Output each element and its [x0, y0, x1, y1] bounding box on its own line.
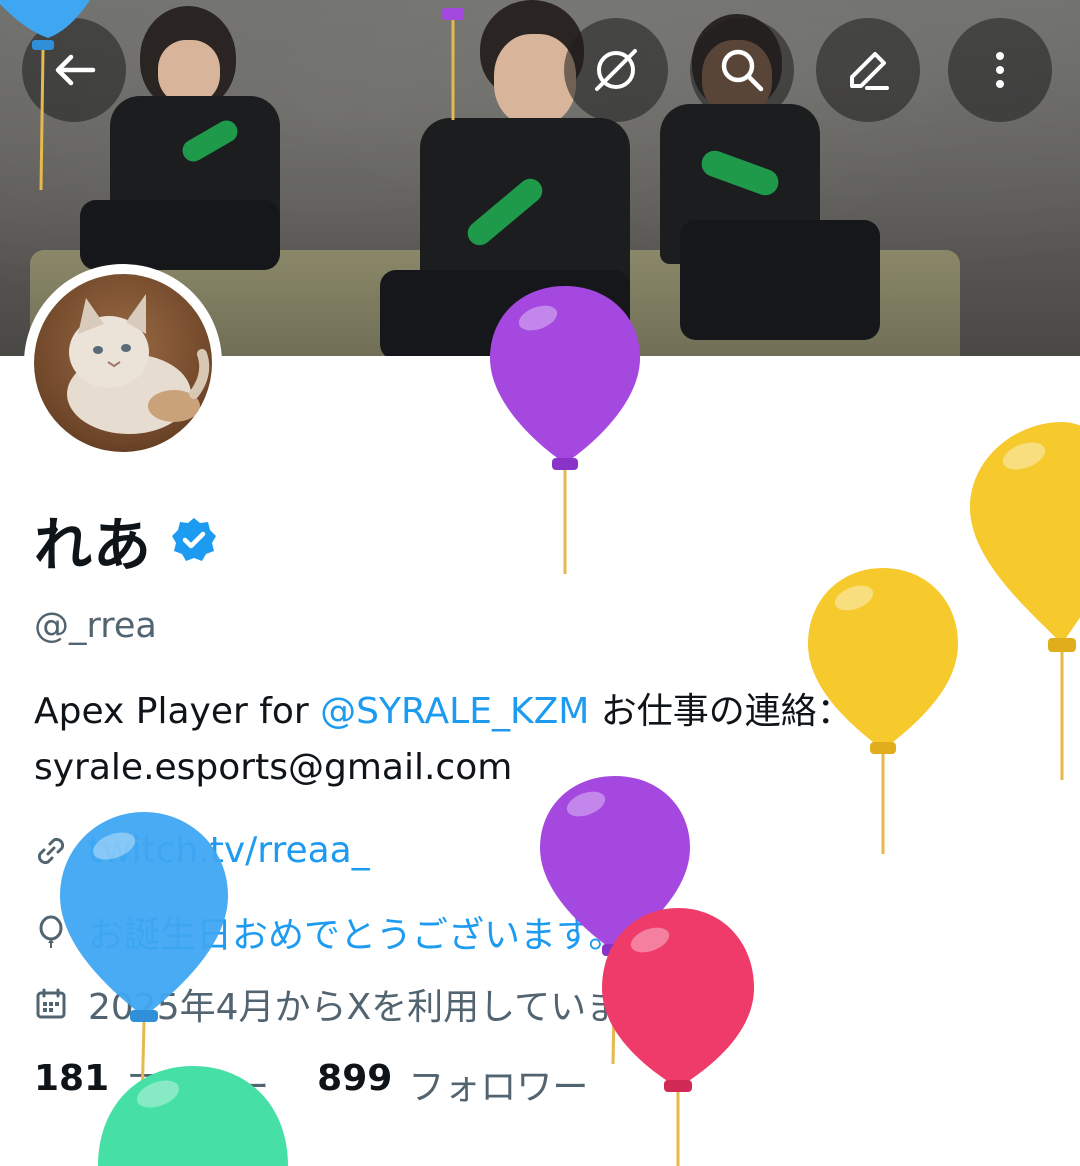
balloon-yellow-mid-icon — [808, 568, 958, 854]
followers-count[interactable]: 899 — [317, 1058, 392, 1110]
search-button[interactable] — [690, 18, 794, 122]
bio-mention-link[interactable]: @SYRALE_KZM — [320, 691, 589, 732]
bio-text: Apex Player for — [34, 691, 321, 732]
verified-badge-icon[interactable] — [170, 516, 218, 564]
more-icon — [996, 52, 1004, 88]
display-name: れあ — [34, 511, 153, 579]
user-handle: @_rrea — [34, 606, 157, 646]
balloon-blue-left-icon — [60, 812, 228, 1105]
avatar[interactable] — [24, 264, 222, 462]
avatar-image — [34, 274, 212, 452]
profile-bio: Apex Player for @SYRALE_KZM お仕事の連絡：syral… — [34, 684, 864, 796]
edit-icon — [850, 52, 889, 90]
balloon-red-icon — [602, 908, 754, 1166]
balloon-small-top-icon — [442, 8, 464, 120]
grok-icon — [595, 49, 637, 91]
cat-photo — [67, 294, 210, 434]
balloon-green-icon — [98, 1066, 288, 1166]
balloon-purple-center-icon — [490, 286, 640, 574]
more-button[interactable] — [948, 18, 1052, 122]
display-name-row: れあ — [34, 498, 218, 582]
balloon-blue-top-icon — [0, 0, 90, 191]
edit-button[interactable] — [816, 18, 920, 122]
balloon-yellow-right-icon — [970, 422, 1080, 780]
search-icon — [721, 49, 764, 92]
grok-button[interactable] — [564, 18, 668, 122]
